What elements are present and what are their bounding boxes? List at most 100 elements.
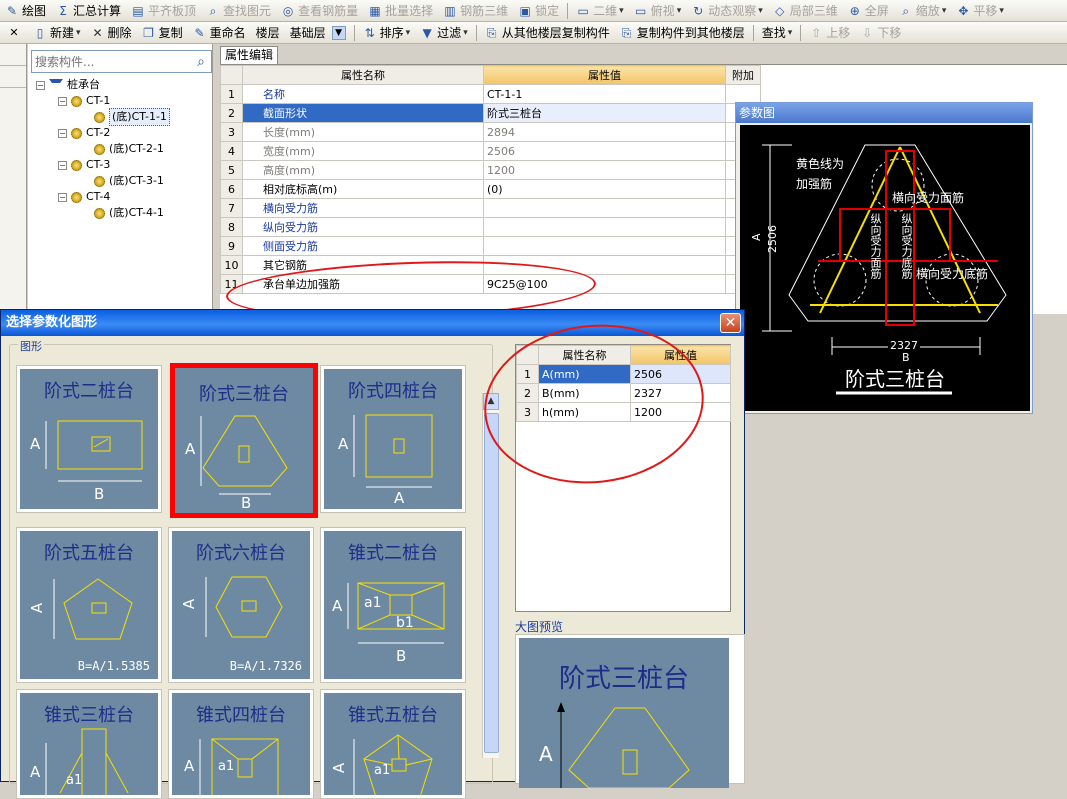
- dim-label: A: [185, 440, 196, 458]
- search-button[interactable]: 查找: [757, 22, 798, 43]
- table-row[interactable]: 6 相对底标高(m) (0): [220, 179, 761, 199]
- shape-card-tapered-3pile[interactable]: 锥式三桩台 A a1: [16, 689, 162, 799]
- row-number: 1: [220, 84, 243, 104]
- tapered-2pile-drawing: [347, 582, 445, 644]
- table-row[interactable]: 8 纵向受力筋: [220, 217, 761, 237]
- property-value[interactable]: 2506: [483, 141, 726, 161]
- extra-cell[interactable]: [725, 84, 761, 104]
- toolbar-btn-orbit[interactable]: ↻ 动态观察: [686, 0, 768, 21]
- dialog-close-button[interactable]: ✕: [720, 313, 741, 333]
- property-value[interactable]: [483, 236, 726, 256]
- copy-button[interactable]: ❐ 复制: [137, 22, 188, 43]
- dock-tab[interactable]: [0, 66, 26, 88]
- corner-cell: [220, 65, 243, 85]
- floor-select[interactable]: 基础层 ▼: [285, 22, 351, 43]
- move-up-button[interactable]: ⇧ 上移: [804, 22, 855, 43]
- tapered-4pile-drawing: [199, 738, 279, 795]
- rename-button[interactable]: ✎ 重命名: [188, 22, 251, 43]
- shape-card-stepped-6pile[interactable]: 阶式六桩台 A B=A/1.7326: [168, 527, 314, 683]
- toolbar-btn-calc[interactable]: Σ 汇总计算: [51, 0, 126, 21]
- table-row[interactable]: 7 横向受力筋: [220, 198, 761, 218]
- property-value[interactable]: 1200: [483, 160, 726, 180]
- dim-label: B: [94, 485, 105, 503]
- component-icon: [71, 159, 82, 171]
- toolbar-btn-pan[interactable]: ✥ 平移: [951, 0, 1009, 21]
- collapse-icon[interactable]: −: [58, 128, 67, 138]
- tree-group[interactable]: − CT-4: [58, 189, 110, 205]
- delete-button[interactable]: ✕ 删除: [86, 22, 137, 43]
- toolbar-btn-batch[interactable]: ▦ 批量选择: [363, 0, 438, 21]
- dim-label: A: [30, 763, 41, 781]
- property-value[interactable]: (0): [483, 179, 726, 199]
- search-icon[interactable]: ⌕: [191, 54, 211, 70]
- tree-item[interactable]: (底)CT-1-1: [94, 108, 170, 126]
- collapse-icon[interactable]: −: [58, 192, 67, 202]
- shape-card-stepped-3pile[interactable]: 阶式三桩台 A B: [170, 363, 318, 518]
- find-icon: ⌕: [209, 3, 217, 18]
- toolbar-btn-level[interactable]: ▤ 平齐板顶: [126, 0, 201, 21]
- toolbar-btn-find[interactable]: ⌕ 查找图元: [201, 0, 276, 21]
- tree-item[interactable]: (底)CT-2-1: [94, 141, 164, 157]
- component-icon: [94, 175, 105, 187]
- toolbar-btn-zoom[interactable]: ⌕ 缩放: [894, 0, 952, 21]
- property-value[interactable]: CT-1-1: [483, 84, 726, 104]
- tree-item[interactable]: (底)CT-3-1: [94, 173, 164, 189]
- close-icon: ✕: [9, 26, 19, 39]
- component-tree-panel: ⌕ −桩承台 −CT-1 (底)CT-1-1 −CT-2 (底)CT-2-1 −…: [28, 44, 213, 314]
- table-row[interactable]: 3 长度(mm) 2894: [220, 122, 761, 142]
- collapse-icon[interactable]: −: [58, 160, 67, 170]
- toolbar-btn-fullscreen[interactable]: ⊕ 全屏: [843, 0, 894, 21]
- scroll-thumb[interactable]: [484, 413, 499, 753]
- row-number: 5: [220, 160, 243, 180]
- tree-group[interactable]: − CT-1: [58, 93, 110, 109]
- shape-card-stepped-2pile[interactable]: 阶式二桩台 A B: [16, 365, 162, 513]
- toolbar-btn-lock[interactable]: ▣ 锁定: [513, 0, 564, 21]
- tree-group[interactable]: − CT-2: [58, 125, 110, 141]
- shape-card-tapered-4pile[interactable]: 锥式四桩台 A a1: [168, 689, 314, 799]
- diagram-caption: 阶式三桩台: [845, 367, 945, 391]
- copy-to-floor-button[interactable]: ⎘ 复制构件到其他楼层: [615, 22, 750, 43]
- copy-to-icon: ⎘: [621, 25, 632, 40]
- toolbar-btn-topview[interactable]: ▭ 俯视: [629, 0, 687, 21]
- shape-card-stepped-4pile[interactable]: 阶式四桩台 A A: [320, 365, 466, 513]
- property-value[interactable]: 2894: [483, 122, 726, 142]
- sort-button[interactable]: ⇅ 排序: [358, 22, 416, 43]
- dim-label: a1: [364, 595, 382, 611]
- new-button[interactable]: ▯ 新建: [28, 22, 86, 43]
- table-row[interactable]: 1 名称 CT-1-1: [220, 84, 761, 104]
- toolbar-btn-rebar3d[interactable]: ▥ 钢筋三维: [438, 0, 513, 21]
- dock-tab[interactable]: [0, 44, 26, 66]
- toolbar-btn-view-rebar[interactable]: ◎ 查看钢筋量: [276, 0, 363, 21]
- toolbar-btn-draw[interactable]: ✎ 绘图: [0, 0, 51, 21]
- shape-card-stepped-5pile[interactable]: 阶式五桩台 A B=A/1.5385: [16, 527, 162, 683]
- row-number: 9: [220, 236, 243, 256]
- shape-list-scrollbar[interactable]: ▲: [482, 393, 499, 758]
- tapered-3pile-drawing: [45, 728, 129, 795]
- tree-root[interactable]: − 桩承台: [36, 77, 100, 93]
- table-row[interactable]: 2 截面形状 阶式三桩台: [220, 103, 761, 123]
- tab-property-edit[interactable]: 属性编辑: [220, 46, 278, 64]
- table-row[interactable]: 9 侧面受力筋: [220, 236, 761, 256]
- toolbar-btn-2d[interactable]: ▭ 二维: [571, 0, 629, 21]
- copy-from-floor-button[interactable]: ⎘ 从其他楼层复制构件: [480, 22, 615, 43]
- dim-label: b1: [396, 615, 414, 631]
- pane-close-button[interactable]: ✕: [0, 22, 28, 43]
- collapse-icon[interactable]: −: [58, 96, 67, 106]
- toolbar-btn-local3d[interactable]: ◇ 局部三维: [768, 0, 843, 21]
- component-search-input[interactable]: [32, 51, 191, 72]
- dialog-title: 选择参数化图形: [6, 315, 98, 330]
- filter-button[interactable]: ▼ 过滤: [415, 22, 473, 43]
- zoom-icon: ⌕: [902, 3, 910, 18]
- shape-card-tapered-5pile[interactable]: 锥式五桩台 A a1: [320, 689, 466, 799]
- move-down-button[interactable]: ⇩ 下移: [855, 22, 906, 43]
- tree-item[interactable]: (底)CT-4-1: [94, 205, 164, 221]
- shape-card-tapered-2pile[interactable]: 锥式二桩台 A a1 b1 B: [320, 527, 466, 683]
- tree-group[interactable]: − CT-3: [58, 157, 110, 173]
- property-value[interactable]: [483, 198, 726, 218]
- component-icon: [94, 143, 105, 155]
- property-value[interactable]: [483, 217, 726, 237]
- collapse-icon[interactable]: −: [36, 80, 45, 90]
- property-value[interactable]: 阶式三桩台: [483, 103, 726, 123]
- table-row[interactable]: 4 宽度(mm) 2506: [220, 141, 761, 161]
- table-row[interactable]: 5 高度(mm) 1200: [220, 160, 761, 180]
